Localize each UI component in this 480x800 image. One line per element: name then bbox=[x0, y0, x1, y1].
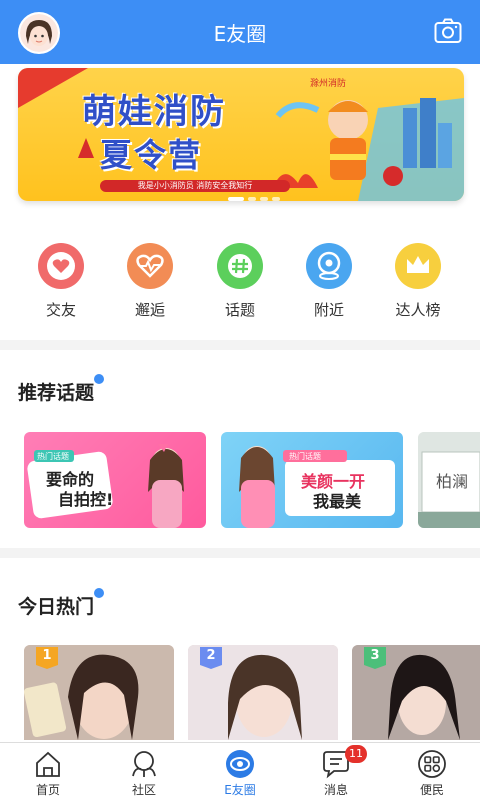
hot-card[interactable]: 3 bbox=[352, 645, 480, 740]
section-title-hot: 今日热门 bbox=[18, 596, 95, 618]
rank-number: 1 bbox=[42, 648, 52, 663]
menu-label: 邂逅 bbox=[134, 301, 165, 319]
rank-number: 2 bbox=[206, 648, 216, 663]
tab-label: 消息 bbox=[323, 783, 348, 797]
quick-menu: 交友 邂逅 话题 附近 达人榜 bbox=[0, 243, 480, 323]
bottom-tab-bar: 首页 社区 E友圈 11 消息 便民 bbox=[0, 742, 480, 800]
tab-messages[interactable]: 11 消息 bbox=[304, 745, 368, 798]
tab-label: 社区 bbox=[131, 783, 156, 797]
location-icon bbox=[306, 243, 352, 289]
menu-label: 交友 bbox=[45, 301, 76, 319]
services-icon bbox=[417, 749, 447, 779]
rank-badge: 3 bbox=[360, 645, 390, 669]
menu-label: 话题 bbox=[224, 301, 255, 319]
menu-label: 达人榜 bbox=[395, 301, 441, 319]
topic-card-beauty[interactable]: 美颜一开 我最美 热门话题 bbox=[221, 432, 403, 528]
unread-badge: 11 bbox=[345, 745, 367, 763]
tab-label: 便民 bbox=[419, 783, 444, 797]
heart-icon bbox=[38, 243, 84, 289]
crown-icon bbox=[395, 243, 441, 289]
banner-title-line2: 夏令营 bbox=[100, 136, 203, 174]
new-indicator-dot bbox=[94, 588, 104, 598]
community-icon bbox=[129, 749, 159, 779]
topic-tag: 热门话题 bbox=[37, 452, 69, 461]
eyouquan-icon bbox=[225, 749, 255, 779]
menu-item-friends[interactable]: 交友 bbox=[21, 243, 101, 320]
menu-item-nearby[interactable]: 附近 bbox=[289, 243, 369, 320]
section-divider bbox=[0, 548, 480, 558]
topic-card-selfie[interactable]: 要命的 自拍控! 热门话题 bbox=[24, 432, 206, 528]
tab-services[interactable]: 便民 bbox=[400, 749, 464, 798]
rank-badge: 1 bbox=[32, 645, 62, 669]
rank-badge: 2 bbox=[196, 645, 226, 669]
promo-banner[interactable]: 萌娃消防 夏令营 滁州消防 我是小小消防员 消防安全我知行 bbox=[18, 68, 464, 201]
menu-item-leaderboard[interactable]: 达人榜 bbox=[378, 243, 458, 320]
tab-label: E友圈 bbox=[224, 783, 256, 797]
rank-number: 3 bbox=[370, 648, 380, 663]
new-indicator-dot bbox=[94, 374, 104, 384]
camera-icon[interactable] bbox=[434, 18, 462, 44]
section-title-topics: 推荐话题 bbox=[18, 382, 95, 404]
menu-item-topics[interactable]: 话题 bbox=[200, 243, 280, 320]
banner-pagination bbox=[228, 186, 284, 201]
tab-community[interactable]: 社区 bbox=[112, 749, 176, 798]
tab-home[interactable]: 首页 bbox=[16, 749, 80, 798]
page-title: E友圈 bbox=[213, 22, 267, 46]
topic-title-line2: 我最美 bbox=[313, 492, 362, 511]
topic-card-building[interactable]: 柏澜 bbox=[418, 432, 480, 528]
pagination-dot bbox=[260, 197, 268, 201]
pagination-dot bbox=[272, 197, 280, 201]
menu-item-encounter[interactable]: 邂逅 bbox=[110, 243, 190, 320]
topic-title-line1: 柏澜 bbox=[436, 472, 469, 491]
topic-title-line2: 自拍控! bbox=[58, 490, 114, 509]
heartbeat-icon bbox=[127, 243, 173, 289]
message-icon: 11 bbox=[321, 745, 367, 779]
pagination-dot bbox=[248, 197, 256, 201]
hashtag-icon bbox=[217, 243, 263, 289]
banner-title-line1: 萌娃消防 bbox=[82, 92, 226, 132]
tab-eyouquan[interactable]: E友圈 bbox=[208, 749, 272, 798]
topic-tag: 热门话题 bbox=[289, 452, 321, 461]
hot-card[interactable]: 2 bbox=[188, 645, 338, 740]
pagination-dot bbox=[228, 197, 244, 201]
tab-label: 首页 bbox=[35, 783, 60, 797]
hot-card[interactable]: 1 bbox=[24, 645, 174, 740]
menu-label: 附近 bbox=[313, 301, 344, 319]
home-icon bbox=[33, 749, 63, 779]
header-bar: E友圈 bbox=[0, 0, 480, 64]
section-divider bbox=[0, 340, 480, 350]
banner-logo: 滁州消防 bbox=[310, 79, 347, 89]
